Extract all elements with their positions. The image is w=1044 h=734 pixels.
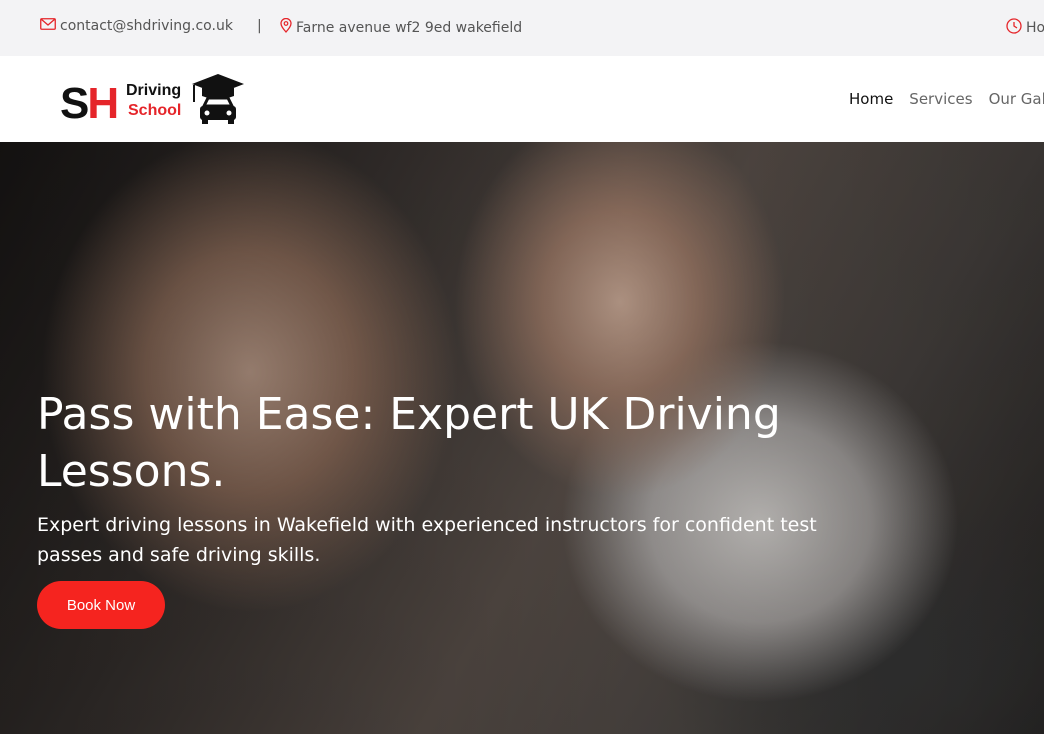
clock-icon	[1006, 18, 1026, 38]
logo-initials: SH	[60, 79, 119, 128]
nav-services[interactable]: Services	[909, 90, 972, 108]
hero-subtitle: Expert driving lessons in Wakefield with…	[37, 514, 817, 566]
hours-text: Ho	[1026, 20, 1044, 36]
nav-home[interactable]: Home	[849, 90, 893, 108]
separator: |	[257, 18, 262, 34]
address-link[interactable]: Farne avenue wf2 9ed wakefield	[280, 17, 523, 37]
email-link[interactable]: contact@shdriving.co.uk	[40, 18, 233, 34]
book-now-button[interactable]: Book Now	[37, 581, 165, 629]
logo-word-school: School	[128, 102, 182, 119]
hours-info: Ho	[1006, 18, 1044, 38]
email-text: contact@shdriving.co.uk	[60, 18, 233, 34]
site-logo[interactable]: SH Driving School	[58, 72, 248, 128]
envelope-icon	[40, 18, 60, 34]
map-pin-icon	[280, 17, 296, 37]
nav-our-gallery[interactable]: Our Galle	[989, 90, 1044, 108]
site-header: SH Driving School Home Services Our Gall…	[0, 56, 1044, 142]
main-nav: Home Services Our Galle	[849, 90, 1044, 108]
logo-word-driving: Driving	[126, 82, 182, 99]
hero-banner: Pass with Ease: Expert UK Driving Lesson…	[0, 142, 1044, 734]
address-text: Farne avenue wf2 9ed wakefield	[296, 19, 523, 36]
top-contact-bar: contact@shdriving.co.uk | Farne avenue w…	[0, 0, 1044, 56]
hero-title: Pass with Ease: Expert UK Driving Lesson…	[37, 389, 781, 497]
